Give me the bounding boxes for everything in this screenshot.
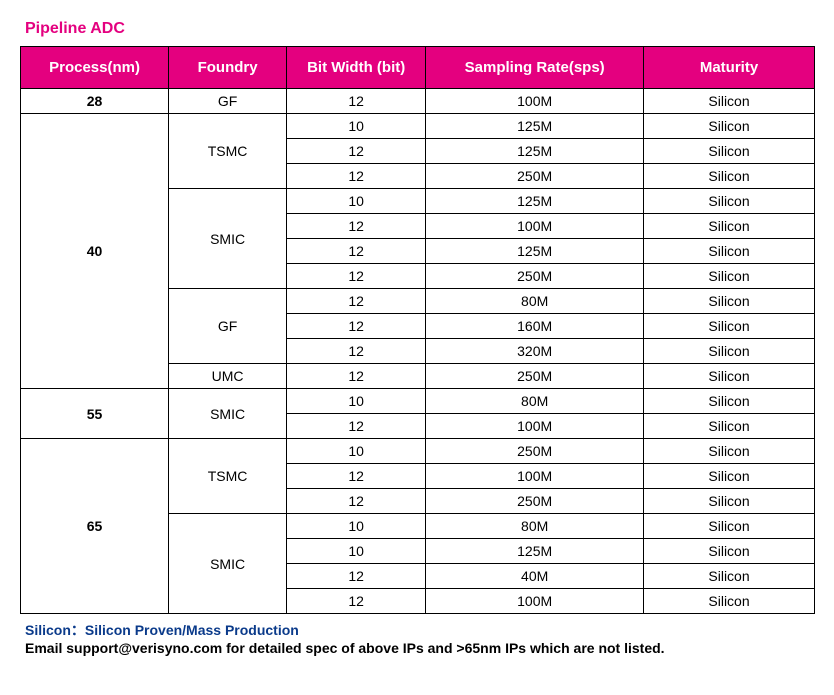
- cell-rate: 125M: [426, 239, 644, 264]
- cell-maturity: Silicon: [644, 139, 815, 164]
- cell-bitwidth: 12: [287, 464, 426, 489]
- cell-bitwidth: 12: [287, 314, 426, 339]
- cell-maturity: Silicon: [644, 289, 815, 314]
- cell-process: 55: [21, 389, 169, 439]
- table-row: 28 GF 12 100M Silicon: [21, 89, 815, 114]
- cell-maturity: Silicon: [644, 364, 815, 389]
- header-bitwidth: Bit Width (bit): [287, 47, 426, 89]
- cell-rate: 250M: [426, 264, 644, 289]
- cell-foundry: GF: [169, 289, 287, 364]
- cell-bitwidth: 12: [287, 289, 426, 314]
- cell-rate: 80M: [426, 389, 644, 414]
- cell-maturity: Silicon: [644, 89, 815, 114]
- cell-maturity: Silicon: [644, 264, 815, 289]
- cell-foundry: SMIC: [169, 189, 287, 289]
- footer-note: Email support@verisyno.com for detailed …: [25, 640, 814, 656]
- footer: Silicon：Silicon Proven/Mass Production E…: [25, 620, 814, 656]
- cell-foundry: TSMC: [169, 114, 287, 189]
- cell-rate: 100M: [426, 414, 644, 439]
- cell-bitwidth: 12: [287, 264, 426, 289]
- header-maturity: Maturity: [644, 47, 815, 89]
- cell-rate: 250M: [426, 164, 644, 189]
- cell-bitwidth: 12: [287, 239, 426, 264]
- header-process: Process(nm): [21, 47, 169, 89]
- cell-bitwidth: 10: [287, 539, 426, 564]
- cell-bitwidth: 10: [287, 189, 426, 214]
- cell-rate: 100M: [426, 464, 644, 489]
- footer-legend-sep: ：: [71, 622, 85, 638]
- table-header-row: Process(nm) Foundry Bit Width (bit) Samp…: [21, 47, 815, 89]
- cell-process: 28: [21, 89, 169, 114]
- cell-rate: 80M: [426, 514, 644, 539]
- cell-maturity: Silicon: [644, 564, 815, 589]
- cell-foundry: GF: [169, 89, 287, 114]
- cell-rate: 160M: [426, 314, 644, 339]
- cell-bitwidth: 12: [287, 164, 426, 189]
- cell-bitwidth: 10: [287, 514, 426, 539]
- footer-legend: Silicon：Silicon Proven/Mass Production: [25, 620, 814, 640]
- cell-rate: 100M: [426, 214, 644, 239]
- cell-foundry: UMC: [169, 364, 287, 389]
- cell-bitwidth: 12: [287, 89, 426, 114]
- cell-bitwidth: 10: [287, 439, 426, 464]
- cell-rate: 125M: [426, 139, 644, 164]
- cell-maturity: Silicon: [644, 464, 815, 489]
- table-row: 55 SMIC 10 80M Silicon: [21, 389, 815, 414]
- cell-maturity: Silicon: [644, 114, 815, 139]
- header-rate: Sampling Rate(sps): [426, 47, 644, 89]
- cell-maturity: Silicon: [644, 214, 815, 239]
- cell-bitwidth: 12: [287, 489, 426, 514]
- footer-legend-key: Silicon: [25, 622, 71, 638]
- cell-rate: 125M: [426, 539, 644, 564]
- cell-maturity: Silicon: [644, 589, 815, 614]
- cell-bitwidth: 12: [287, 564, 426, 589]
- cell-bitwidth: 12: [287, 139, 426, 164]
- cell-bitwidth: 12: [287, 589, 426, 614]
- cell-maturity: Silicon: [644, 539, 815, 564]
- cell-maturity: Silicon: [644, 514, 815, 539]
- cell-rate: 40M: [426, 564, 644, 589]
- cell-rate: 100M: [426, 589, 644, 614]
- cell-maturity: Silicon: [644, 164, 815, 189]
- cell-bitwidth: 12: [287, 414, 426, 439]
- cell-rate: 250M: [426, 489, 644, 514]
- cell-maturity: Silicon: [644, 414, 815, 439]
- table-row: 40 TSMC 10 125M Silicon: [21, 114, 815, 139]
- cell-rate: 100M: [426, 89, 644, 114]
- cell-rate: 320M: [426, 339, 644, 364]
- cell-rate: 125M: [426, 114, 644, 139]
- cell-maturity: Silicon: [644, 314, 815, 339]
- cell-rate: 250M: [426, 439, 644, 464]
- cell-bitwidth: 10: [287, 114, 426, 139]
- cell-maturity: Silicon: [644, 489, 815, 514]
- cell-foundry: SMIC: [169, 514, 287, 614]
- cell-maturity: Silicon: [644, 439, 815, 464]
- cell-bitwidth: 12: [287, 339, 426, 364]
- table-row: 65 TSMC 10 250M Silicon: [21, 439, 815, 464]
- cell-maturity: Silicon: [644, 339, 815, 364]
- cell-foundry: SMIC: [169, 389, 287, 439]
- cell-rate: 250M: [426, 364, 644, 389]
- cell-maturity: Silicon: [644, 239, 815, 264]
- cell-maturity: Silicon: [644, 189, 815, 214]
- cell-maturity: Silicon: [644, 389, 815, 414]
- cell-bitwidth: 10: [287, 389, 426, 414]
- ip-table: Process(nm) Foundry Bit Width (bit) Samp…: [20, 46, 815, 614]
- cell-rate: 80M: [426, 289, 644, 314]
- cell-foundry: TSMC: [169, 439, 287, 514]
- footer-legend-val: Silicon Proven/Mass Production: [85, 622, 299, 638]
- cell-bitwidth: 12: [287, 214, 426, 239]
- cell-process: 65: [21, 439, 169, 614]
- cell-process: 40: [21, 114, 169, 389]
- page-title: Pipeline ADC: [25, 20, 814, 38]
- header-foundry: Foundry: [169, 47, 287, 89]
- cell-rate: 125M: [426, 189, 644, 214]
- cell-bitwidth: 12: [287, 364, 426, 389]
